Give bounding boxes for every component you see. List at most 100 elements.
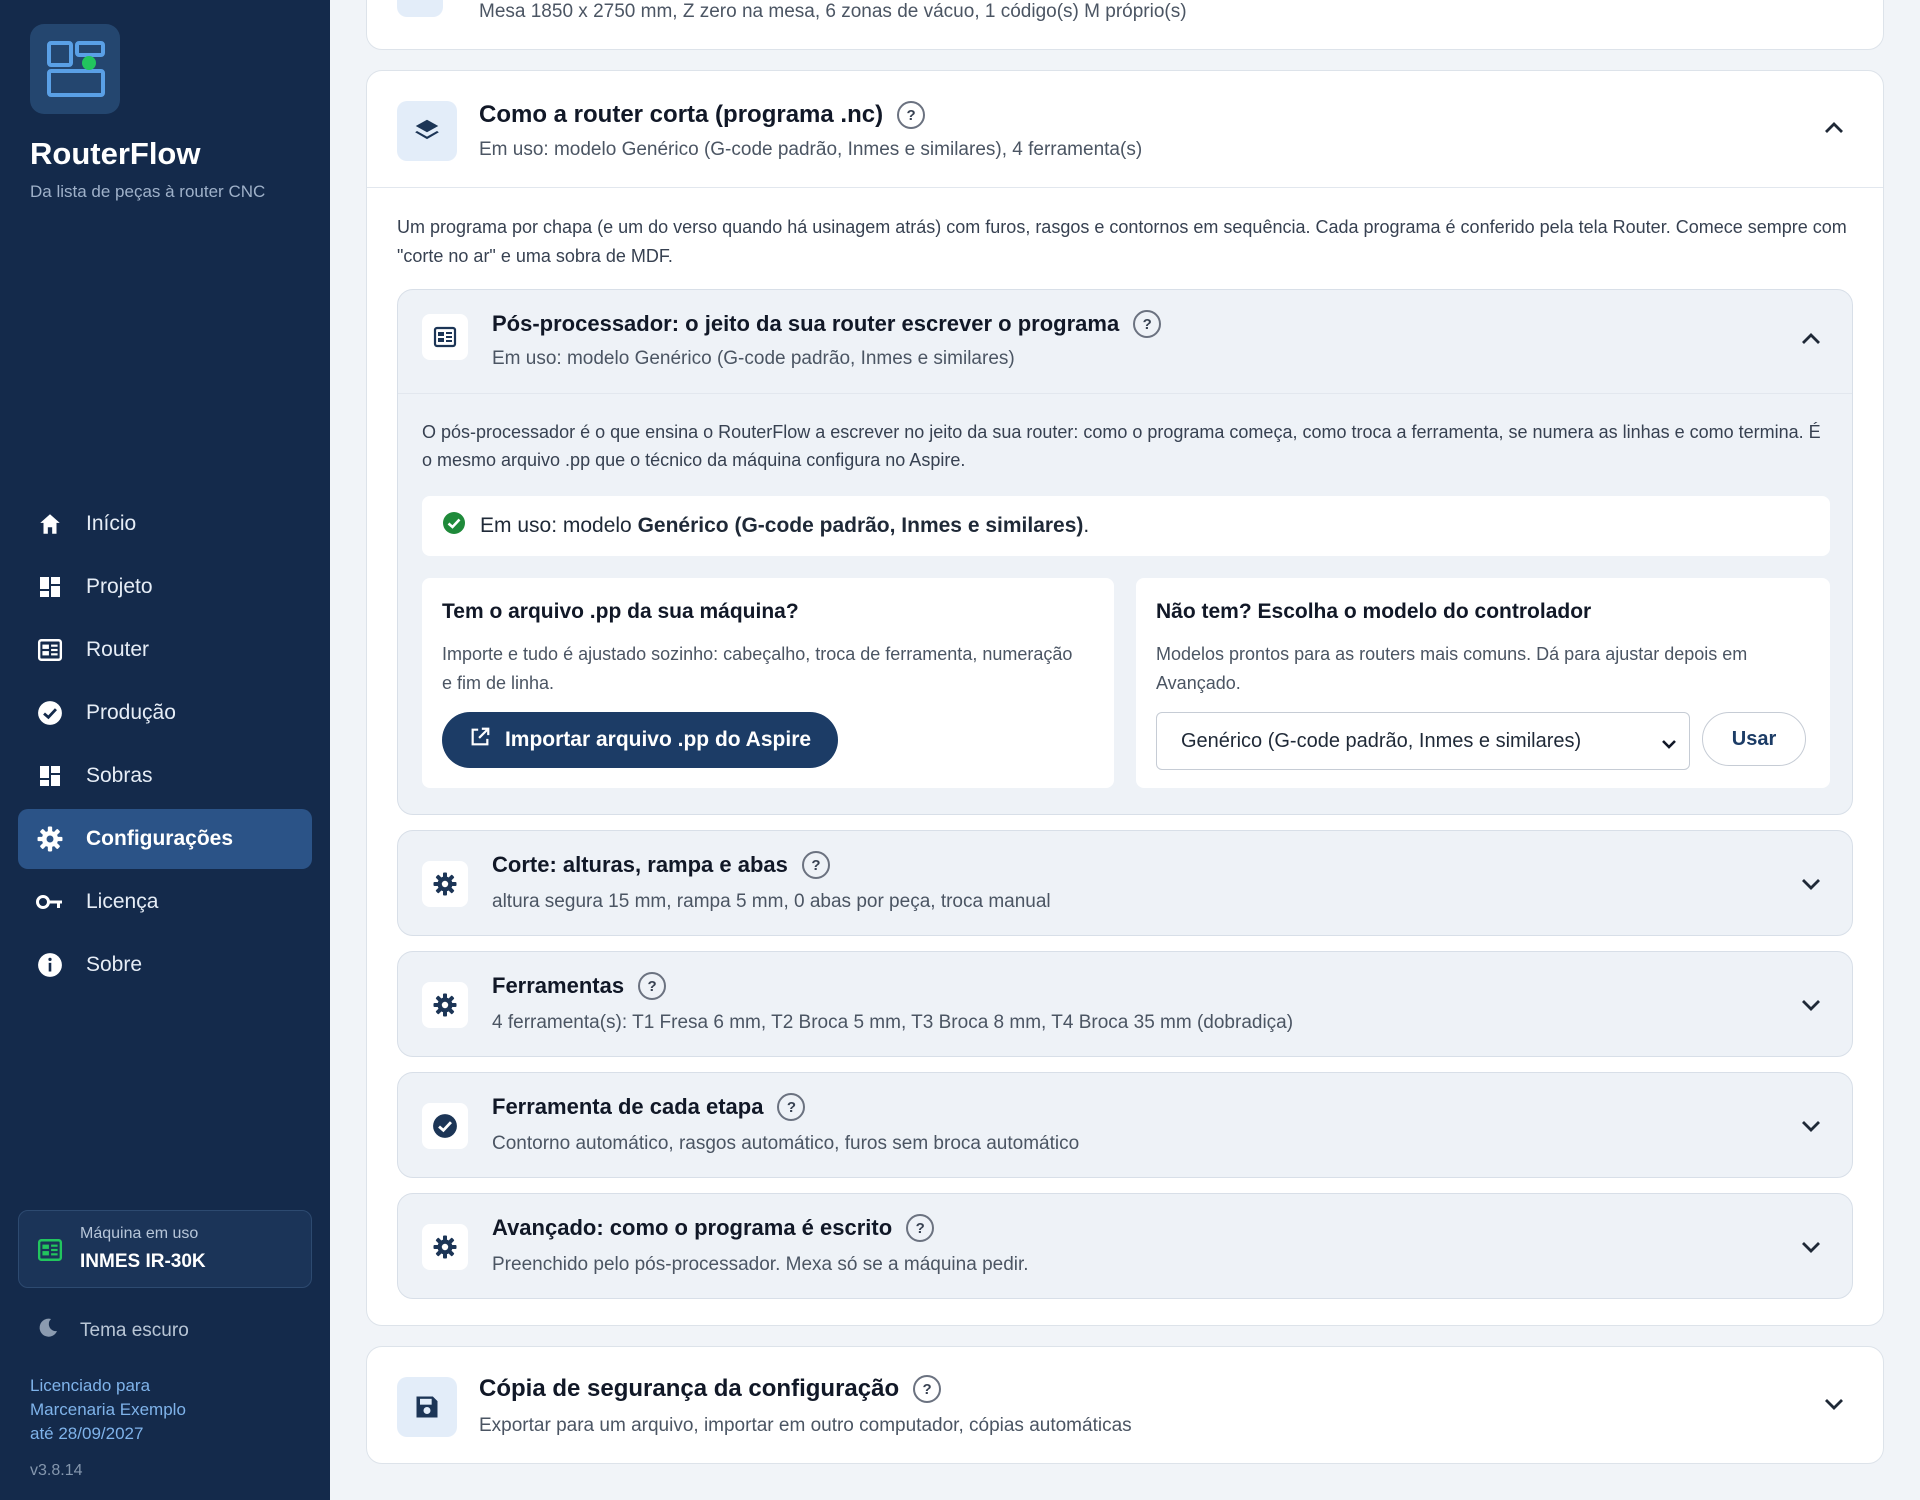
- section-subtitle: Exportar para um arquivo, importar em ou…: [479, 1415, 1132, 1436]
- sidebar-item-producao[interactable]: Produção: [18, 683, 312, 743]
- help-icon[interactable]: ?: [913, 1375, 942, 1403]
- select-value: Genérico (G-code padrão, Inmes e similar…: [1181, 729, 1582, 752]
- subsection-subtitle: Preenchido pelo pós-processador. Mexa só…: [492, 1254, 1029, 1275]
- in-use-prefix: Em uso: modelo: [480, 514, 638, 537]
- gear-icon: [422, 1224, 468, 1270]
- chevron-down-icon[interactable]: [1798, 871, 1824, 897]
- sidebar-item-inicio[interactable]: Início: [18, 494, 312, 554]
- machine-name: INMES IR-30K: [80, 1251, 206, 1272]
- section-title: Cópia de segurança da configuração ?: [479, 1375, 942, 1403]
- machine-in-use[interactable]: Máquina em uso INMES IR-30K: [18, 1210, 312, 1288]
- import-box-title: Tem o arquivo .pp da sua máquina?: [442, 600, 799, 623]
- in-use-suffix: .: [1083, 514, 1090, 537]
- sidebar-item-router[interactable]: Router: [18, 620, 312, 680]
- section-subtitle: Em uso: modelo Genérico (G-code padrão, …: [479, 139, 1143, 160]
- check-circle-icon: [422, 1103, 468, 1149]
- chevron-up-icon[interactable]: [1821, 115, 1847, 141]
- use-model-button[interactable]: Usar: [1702, 712, 1806, 766]
- section-title-text: Cópia de segurança da configuração: [479, 1375, 900, 1402]
- router-icon: [37, 1237, 63, 1268]
- license-line: Licenciado para: [30, 1376, 151, 1395]
- subsection-title: Ferramenta de cada etapa ?: [492, 1093, 806, 1121]
- help-icon[interactable]: ?: [638, 972, 667, 1000]
- sidebar-item-label: Router: [86, 638, 150, 661]
- sidebar-item-label: Licença: [86, 890, 159, 913]
- tool-per-step-panel[interactable]: Ferramenta de cada etapa ? Contorno auto…: [397, 1072, 1853, 1178]
- subsection-subtitle: Contorno automático, rasgos automático, …: [492, 1133, 1080, 1154]
- dashboard-icon: [36, 762, 64, 790]
- subsection-title-text: Ferramentas: [492, 973, 625, 998]
- dark-theme-toggle[interactable]: Tema escuro: [36, 1316, 189, 1346]
- help-icon[interactable]: ?: [897, 101, 926, 129]
- home-icon: [36, 510, 64, 538]
- chevron-down-icon[interactable]: [1821, 1391, 1847, 1417]
- help-icon[interactable]: ?: [801, 851, 830, 879]
- tools-panel[interactable]: Ferramentas ? 4 ferramenta(s): T1 Fresa …: [397, 951, 1853, 1057]
- save-icon: [397, 1377, 457, 1437]
- chevron-up-icon[interactable]: [1798, 326, 1824, 352]
- subsection-title: Ferramentas ?: [492, 972, 667, 1000]
- machine-summary: Mesa 1850 x 2750 mm, Z zero na mesa, 6 z…: [479, 1, 1187, 22]
- machine-caption: Máquina em uso: [80, 1225, 199, 1242]
- chevron-down-icon[interactable]: [1798, 992, 1824, 1018]
- post-processor-subtitle: Em uso: modelo Genérico (G-code padrão, …: [492, 348, 1015, 369]
- info-icon: [36, 951, 64, 979]
- check-circle-icon: [442, 511, 466, 541]
- sidebar-item-label: Sobras: [86, 764, 153, 787]
- model-box-title: Não tem? Escolha o modelo do controlador: [1156, 600, 1592, 623]
- section-title: Como a router corta (programa .nc) ?: [479, 101, 926, 129]
- sidebar-item-label: Configurações: [86, 827, 234, 850]
- cut-program-section: Como a router corta (programa .nc) ? Em …: [366, 70, 1884, 1326]
- sidebar-item-label: Início: [86, 512, 137, 535]
- subsection-title-text: Corte: alturas, rampa e abas: [492, 852, 788, 877]
- chevron-down-icon: [1661, 733, 1677, 756]
- app-name: RouterFlow: [30, 136, 201, 171]
- moon-icon: [36, 1316, 60, 1346]
- sidebar-item-configuracoes[interactable]: Configurações: [18, 809, 312, 869]
- sidebar-item-sobre[interactable]: Sobre: [18, 935, 312, 995]
- in-use-model: Genérico (G-code padrão, Inmes e similar…: [637, 514, 1084, 537]
- subsection-title: Corte: alturas, rampa e abas ?: [492, 851, 830, 879]
- router-icon: [36, 636, 64, 664]
- post-processor-description: O pós-processador é o que ensina o Route…: [422, 422, 1821, 470]
- subsection-subtitle: altura segura 15 mm, rampa 5 mm, 0 abas …: [492, 891, 1051, 912]
- section-title-text: Como a router corta (programa .nc): [479, 101, 884, 128]
- import-button-label: Importar arquivo .pp do Aspire: [504, 728, 812, 751]
- license-holder: Marcenaria Exemplo: [30, 1400, 186, 1419]
- license-expiry: até 28/09/2027: [30, 1424, 144, 1443]
- sidebar-item-label: Projeto: [86, 575, 153, 598]
- sidebar-nav: Início Projeto Router Produção Sobras Co…: [18, 494, 312, 998]
- key-icon: [36, 888, 64, 916]
- help-icon[interactable]: ?: [906, 1214, 935, 1242]
- cutting-settings-panel[interactable]: Corte: alturas, rampa e abas ? altura se…: [397, 830, 1853, 936]
- controller-model-select[interactable]: Genérico (G-code padrão, Inmes e similar…: [1156, 712, 1690, 770]
- sidebar-item-projeto[interactable]: Projeto: [18, 557, 312, 617]
- chevron-down-icon[interactable]: [1798, 1113, 1824, 1139]
- gear-icon: [36, 825, 64, 853]
- sidebar-item-label: Produção: [86, 701, 176, 724]
- help-icon[interactable]: ?: [777, 1093, 806, 1121]
- sidebar-item-sobras[interactable]: Sobras: [18, 746, 312, 806]
- post-processor-title-text: Pós-processador: o jeito da sua router e…: [492, 311, 1120, 336]
- machine-summary-card[interactable]: Mesa 1850 x 2750 mm, Z zero na mesa, 6 z…: [366, 0, 1884, 50]
- sidebar-item-licenca[interactable]: Licença: [18, 872, 312, 932]
- import-box-text: Importe e tudo é ajustado sozinho: cabeç…: [442, 644, 1073, 693]
- chevron-down-icon[interactable]: [1798, 1234, 1824, 1260]
- import-pp-button[interactable]: Importar arquivo .pp do Aspire: [442, 712, 838, 768]
- sidebar-item-label: Sobre: [86, 953, 143, 976]
- gear-icon: [422, 982, 468, 1028]
- model-box-text: Modelos prontos para as routers mais com…: [1156, 644, 1748, 693]
- machine-icon: [397, 0, 443, 17]
- dashboard-icon: [36, 573, 64, 601]
- help-icon[interactable]: ?: [1133, 310, 1162, 338]
- app-logo: [30, 24, 120, 114]
- gear-icon: [422, 861, 468, 907]
- app-version: v3.8.14: [30, 1462, 83, 1479]
- advanced-panel[interactable]: Avançado: como o programa é escrito ? Pr…: [397, 1193, 1853, 1299]
- external-link-icon: [469, 726, 491, 754]
- router-icon: [422, 314, 468, 360]
- import-pp-box: Tem o arquivo .pp da sua máquina? Import…: [422, 578, 1114, 788]
- backup-section[interactable]: Cópia de segurança da configuração ? Exp…: [366, 1346, 1884, 1464]
- divider: [367, 187, 1883, 188]
- post-processor-title: Pós-processador: o jeito da sua router e…: [492, 310, 1162, 338]
